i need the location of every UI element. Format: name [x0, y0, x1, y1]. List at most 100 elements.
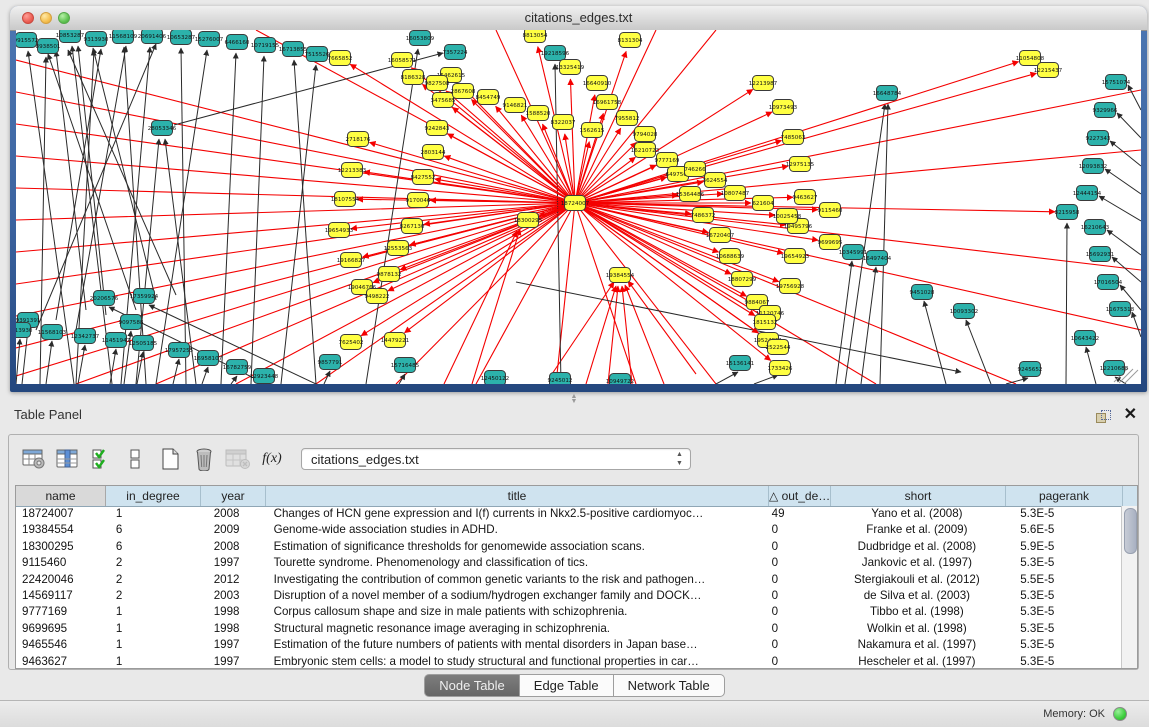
- graph-node-19218596[interactable]: 19218596: [541, 46, 570, 61]
- graph-node-16210643[interactable]: 16210643: [1081, 220, 1110, 235]
- graph-node-9329966[interactable]: 9329966: [1093, 103, 1118, 118]
- graph-node-19756928[interactable]: 19756928: [776, 279, 805, 294]
- graph-node-11568103[interactable]: 11568103: [38, 325, 67, 340]
- graph-node-7486372[interactable]: 7486372: [691, 208, 716, 223]
- graph-node-1562615[interactable]: 1562615: [580, 123, 605, 138]
- graph-node-8427552[interactable]: 8427552: [411, 170, 436, 185]
- column-header-in_degree[interactable]: in_degree: [106, 486, 201, 506]
- column-header-short[interactable]: short: [831, 486, 1006, 506]
- graph-node-12444154[interactable]: 12444154: [1073, 186, 1102, 201]
- graph-node-11568109[interactable]: 11568109: [109, 30, 138, 44]
- table-row[interactable]: 977716911998Corpus callosum shape and si…: [16, 604, 1121, 620]
- graph-node-9827508[interactable]: 9827508: [425, 76, 450, 91]
- graph-node-3913930[interactable]: 3913930: [16, 323, 33, 338]
- graph-node-28053346[interactable]: 28053346: [148, 121, 177, 136]
- graph-node-7515526[interactable]: 7515526: [305, 47, 330, 62]
- graph-node-14479221[interactable]: 14479221: [381, 333, 410, 348]
- graph-node-18724007[interactable]: 18724007: [561, 196, 590, 211]
- delete-table-icon[interactable]: [223, 444, 253, 474]
- graph-node-12215437[interactable]: 12215437: [1034, 63, 1063, 78]
- graph-node-12342737[interactable]: 12342737: [71, 329, 100, 344]
- memory-status-icon[interactable]: [1113, 707, 1127, 721]
- graph-node-3624554[interactable]: 3624554: [703, 173, 728, 188]
- graph-node-9498222[interactable]: 9498222: [365, 289, 390, 304]
- graph-node-15276007[interactable]: 15276007: [195, 32, 224, 47]
- graph-node-10853287[interactable]: 10853287: [56, 30, 85, 43]
- graph-node-20691406[interactable]: 20691406: [138, 30, 167, 44]
- graph-node-9878132[interactable]: 9878132: [377, 267, 402, 282]
- graph-node-17957255[interactable]: 17957255: [165, 343, 194, 358]
- graph-node-7625402[interactable]: 7625402: [339, 335, 364, 350]
- graph-node-20206576[interactable]: 20206576: [90, 291, 119, 306]
- graph-node-19654923[interactable]: 19654923: [781, 249, 810, 264]
- graph-node-18807299[interactable]: 18807299: [728, 272, 757, 287]
- graph-node-9227343[interactable]: 9227343: [1086, 131, 1111, 146]
- unselect-all-icon[interactable]: [121, 444, 151, 474]
- column-header-title[interactable]: title: [266, 486, 769, 506]
- graph-node-10949722[interactable]: 10949722: [606, 374, 634, 385]
- graph-node-8938501[interactable]: 8938501: [36, 39, 61, 54]
- select-all-icon[interactable]: [87, 444, 117, 474]
- graph-node-16058571[interactable]: 16058571: [388, 53, 417, 68]
- table-row[interactable]: 969969511998Structural magnetic resonanc…: [16, 621, 1121, 637]
- graph-node-7955812[interactable]: 7955812: [615, 111, 640, 126]
- graph-node-9097588[interactable]: 9097588: [119, 315, 144, 330]
- network-window-titlebar[interactable]: citations_edges.txt: [10, 6, 1147, 31]
- table-row[interactable]: 1456911722003Disruption of a novel membe…: [16, 588, 1121, 604]
- graph-node-16648784[interactable]: 16648784: [873, 86, 902, 101]
- graph-node-1733426[interactable]: 1733426: [768, 361, 793, 376]
- show-columns-icon[interactable]: [53, 444, 83, 474]
- delete-column-icon[interactable]: [189, 444, 219, 474]
- graph-node-16782759[interactable]: 16782759: [223, 360, 252, 375]
- table-scrollbar-thumb[interactable]: [1124, 508, 1137, 554]
- graph-node-16958107[interactable]: 16958107: [194, 351, 223, 366]
- graph-node-9451028[interactable]: 9451028: [910, 285, 935, 300]
- tab-node-table[interactable]: Node Table: [424, 674, 520, 697]
- graph-node-9245652[interactable]: 9245652: [1018, 362, 1043, 377]
- graph-node-10807487[interactable]: 10807487: [721, 186, 750, 201]
- graph-node-9777169[interactable]: 9777169: [655, 153, 680, 168]
- graph-node-1815132[interactable]: 1815132: [753, 315, 778, 330]
- graph-node-7665852[interactable]: 7665852: [328, 51, 353, 66]
- graph-node-12213987[interactable]: 12213987: [749, 76, 778, 91]
- float-panel-icon[interactable]: [1096, 410, 1109, 423]
- table-row[interactable]: 2242004622012Investigating the contribut…: [16, 572, 1121, 588]
- graph-node-12553563[interactable]: 12553563: [384, 241, 413, 256]
- graph-node-16713855[interactable]: 16713855: [279, 42, 308, 57]
- graph-node-11675318[interactable]: 11675318: [1106, 302, 1135, 317]
- table-row[interactable]: 946362711997Embryonic stem cells: a mode…: [16, 654, 1121, 669]
- graph-node-16053809[interactable]: 16053809: [406, 31, 435, 46]
- graph-node-8454749[interactable]: 8454749: [476, 90, 501, 105]
- graph-node-10688639[interactable]: 10688639: [716, 249, 745, 264]
- graph-node-8267130[interactable]: 8267130: [400, 219, 425, 234]
- graph-node-9170046[interactable]: 9170046: [406, 193, 431, 208]
- graph-node-9313930[interactable]: 9313930: [84, 32, 109, 47]
- network-canvas[interactable]: 1872400799155728938501108532879313930115…: [16, 30, 1141, 384]
- graph-node-16720407[interactable]: 16720407: [706, 228, 735, 243]
- graph-node-1588520[interactable]: 1588520: [526, 106, 551, 121]
- graph-node-12505185[interactable]: 12505185: [129, 336, 158, 351]
- graph-node-12975135[interactable]: 12975135: [786, 157, 815, 172]
- table-row[interactable]: 911546021997Tourette syndrome. Phenomeno…: [16, 555, 1121, 571]
- graph-node-10093302[interactable]: 10093302: [950, 304, 978, 319]
- graph-node-9857791[interactable]: 9857791: [318, 355, 343, 370]
- graph-node-16210723[interactable]: 16210723: [631, 143, 660, 158]
- graph-node-10719155[interactable]: 10719155: [251, 38, 280, 53]
- graph-node-9794028[interactable]: 9794028: [633, 127, 658, 142]
- graph-node-12093832[interactable]: 12093832: [1079, 159, 1107, 174]
- new-column-icon[interactable]: [155, 444, 185, 474]
- graph-node-8215958[interactable]: 8215958: [1055, 205, 1080, 220]
- column-header-year[interactable]: year: [201, 486, 266, 506]
- graph-node-2803144[interactable]: 2803144: [421, 145, 446, 160]
- graph-node-15364486[interactable]: 15364486: [676, 187, 705, 202]
- graph-node-13325419[interactable]: 13325419: [556, 60, 585, 75]
- table-row[interactable]: 1872400712008Changes of HCN gene express…: [16, 506, 1121, 522]
- graph-node-7357224[interactable]: 7357224: [443, 45, 468, 60]
- graph-node-9115460[interactable]: 9115460: [818, 203, 843, 218]
- table-scrollbar[interactable]: [1121, 506, 1137, 668]
- graph-node-9146821[interactable]: 9146821: [503, 98, 528, 113]
- graph-node-12213383[interactable]: 12213383: [338, 163, 367, 178]
- graph-node-9463627[interactable]: 9463627: [793, 190, 818, 205]
- graph-node-8131304[interactable]: 8131304: [618, 33, 643, 48]
- graph-node-19654933[interactable]: 19654933: [325, 223, 354, 238]
